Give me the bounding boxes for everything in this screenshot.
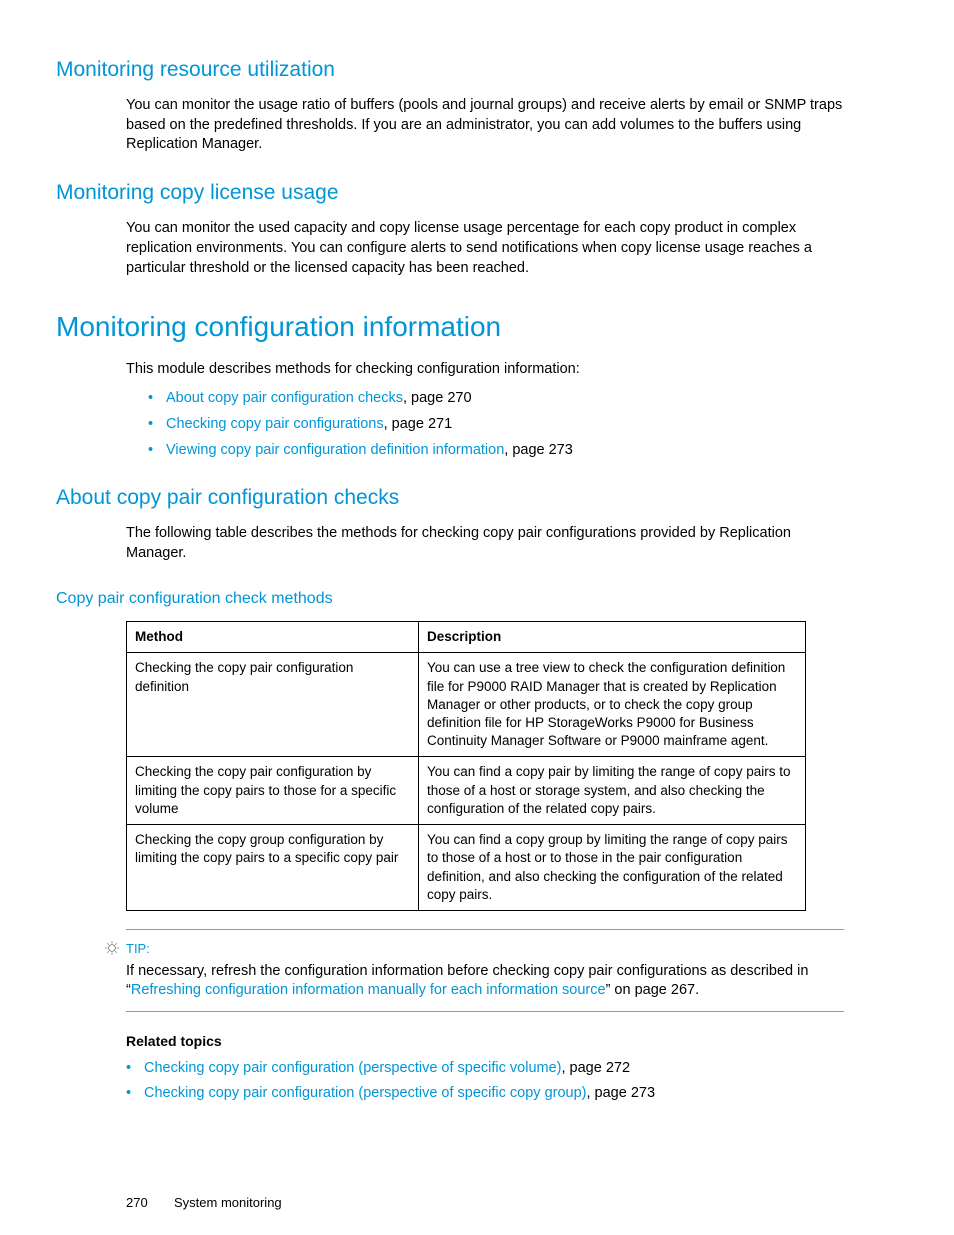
cell-method: Checking the copy pair configuration by …	[127, 757, 419, 825]
tip-block: TIP: If necessary, refresh the configura…	[126, 929, 844, 1012]
cross-reference-link[interactable]: Checking copy pair configurations	[166, 416, 384, 432]
list-item: Viewing copy pair configuration definiti…	[148, 441, 844, 461]
paragraph: You can monitor the used capacity and co…	[126, 219, 844, 278]
list-item: Checking copy pair configuration (perspe…	[126, 1084, 844, 1104]
cell-description: You can find a copy group by limiting th…	[419, 825, 806, 911]
page: Monitoring resource utilization You can …	[0, 0, 954, 1211]
cell-description: You can use a tree view to check the con…	[419, 653, 806, 757]
page-ref: , page 273	[504, 442, 573, 458]
cross-reference-link[interactable]: Refreshing configuration information man…	[131, 982, 606, 998]
table-header-row: Method Description	[127, 622, 806, 653]
th-method: Method	[127, 622, 419, 653]
heading-license-usage: Monitoring copy license usage	[56, 179, 844, 207]
paragraph: You can monitor the usage ratio of buffe…	[126, 96, 844, 155]
body-config-information: This module describes methods for checki…	[126, 360, 844, 460]
footer-section-label: System monitoring	[174, 1194, 282, 1212]
methods-table: Method Description Checking the copy pai…	[126, 621, 806, 911]
related-topics-heading: Related topics	[126, 1032, 844, 1051]
page-number: 270	[126, 1194, 152, 1212]
body-about-checks: The following table describes the method…	[126, 524, 844, 563]
paragraph: The following table describes the method…	[126, 524, 844, 563]
link-list: About copy pair configuration checks, pa…	[148, 389, 844, 460]
page-footer: 270 System monitoring	[126, 1194, 844, 1212]
tip-text: If necessary, refresh the configuration …	[126, 962, 844, 1001]
page-ref: , page 273	[586, 1085, 655, 1101]
tip-label: TIP:	[126, 940, 844, 958]
table-row: Checking the copy pair configuration def…	[127, 653, 806, 757]
list-item: Checking copy pair configurations, page …	[148, 415, 844, 435]
cell-method: Checking the copy group configuration by…	[127, 825, 419, 911]
cross-reference-link[interactable]: Viewing copy pair configuration definiti…	[166, 442, 504, 458]
heading-check-methods: Copy pair configuration check methods	[56, 588, 844, 610]
list-item: Checking copy pair configuration (perspe…	[126, 1059, 844, 1079]
th-description: Description	[419, 622, 806, 653]
heading-about-checks: About copy pair configuration checks	[56, 484, 844, 512]
body-license-usage: You can monitor the used capacity and co…	[126, 219, 844, 278]
heading-resource-utilization: Monitoring resource utilization	[56, 56, 844, 84]
cross-reference-link[interactable]: Checking copy pair configuration (perspe…	[144, 1085, 586, 1101]
cross-reference-link[interactable]: Checking copy pair configuration (perspe…	[144, 1060, 561, 1076]
list-item: About copy pair configuration checks, pa…	[148, 389, 844, 409]
page-ref: , page 270	[403, 390, 472, 406]
table-row: Checking the copy group configuration by…	[127, 825, 806, 911]
lightbulb-icon	[104, 940, 120, 956]
paragraph: This module describes methods for checki…	[126, 360, 844, 380]
page-ref: , page 272	[561, 1060, 630, 1076]
table-row: Checking the copy pair configuration by …	[127, 757, 806, 825]
page-ref: , page 271	[384, 416, 453, 432]
cross-reference-link[interactable]: About copy pair configuration checks	[166, 390, 403, 406]
related-topics-list: Checking copy pair configuration (perspe…	[126, 1059, 844, 1104]
cell-method: Checking the copy pair configuration def…	[127, 653, 419, 757]
body-resource-utilization: You can monitor the usage ratio of buffe…	[126, 96, 844, 155]
cell-description: You can find a copy pair by limiting the…	[419, 757, 806, 825]
tip-post: ” on page 267.	[606, 982, 700, 998]
heading-config-information: Monitoring configuration information	[56, 308, 844, 346]
